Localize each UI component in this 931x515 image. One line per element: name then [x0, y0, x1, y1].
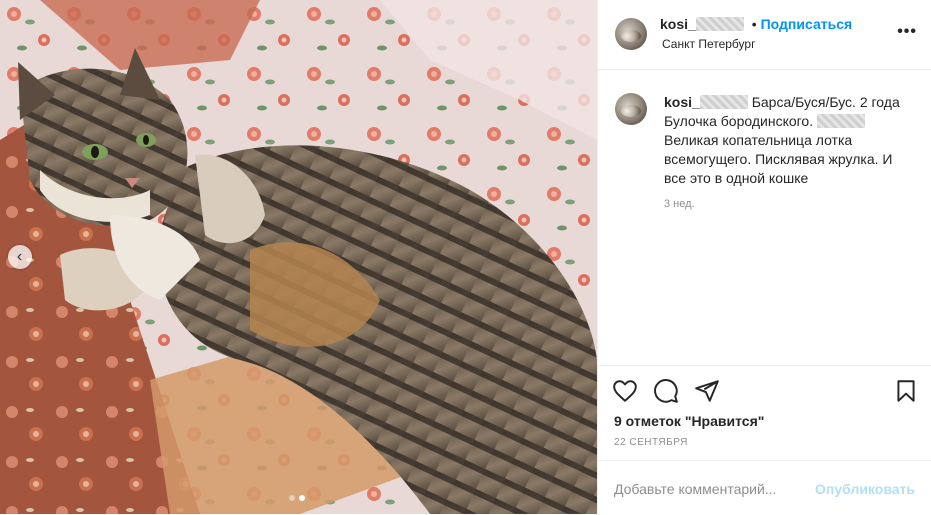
cat-photo — [0, 0, 597, 514]
post-photo[interactable]: ‹ — [0, 0, 597, 514]
heart-icon[interactable] — [612, 378, 638, 404]
separator: • — [751, 16, 757, 32]
carousel-dot-active — [299, 495, 305, 501]
likes-count[interactable]: 9 отметок "Нравится" — [614, 413, 764, 429]
comment-bar: Опубликовать — [598, 460, 931, 515]
carousel-prev-button[interactable]: ‹ — [8, 245, 32, 269]
caption-avatar[interactable] — [615, 93, 647, 125]
caption-body-2: Великая копательница лотка всемогущего. … — [664, 132, 893, 186]
chevron-left-icon: ‹ — [16, 247, 23, 265]
more-options-icon[interactable]: ••• — [897, 23, 917, 41]
action-bar — [598, 366, 931, 412]
post-date[interactable]: 22 сентября — [614, 437, 688, 448]
publish-button[interactable]: Опубликовать — [815, 481, 915, 497]
carousel-indicator — [289, 495, 305, 501]
location-link[interactable]: Санкт Петербург — [662, 37, 755, 51]
username[interactable]: kosi_ — [660, 16, 696, 32]
header-line: kosi_ • Подписаться — [660, 16, 852, 32]
blurred-mention — [817, 114, 866, 128]
caption-time[interactable]: 3 нед. — [664, 198, 695, 210]
blurred-username-part — [699, 95, 748, 109]
caption-text: kosi_ Барса/Буся/Бус. 2 года Булочка бор… — [664, 93, 914, 188]
post-header: kosi_ • Подписаться Санкт Петербург ••• — [598, 0, 931, 70]
bookmark-icon[interactable] — [893, 378, 919, 404]
blurred-username-part — [695, 17, 744, 31]
share-icon[interactable] — [694, 378, 720, 404]
avatar[interactable] — [615, 18, 647, 50]
comment-icon[interactable] — [653, 378, 679, 404]
caption-section: kosi_ Барса/Буся/Бус. 2 года Булочка бор… — [598, 69, 931, 366]
caption-username[interactable]: kosi_ — [664, 94, 700, 110]
follow-button[interactable]: Подписаться — [761, 16, 853, 32]
carousel-dot — [289, 495, 295, 501]
post-side-panel: kosi_ • Подписаться Санкт Петербург ••• k… — [597, 0, 931, 514]
comment-input[interactable] — [614, 481, 804, 497]
